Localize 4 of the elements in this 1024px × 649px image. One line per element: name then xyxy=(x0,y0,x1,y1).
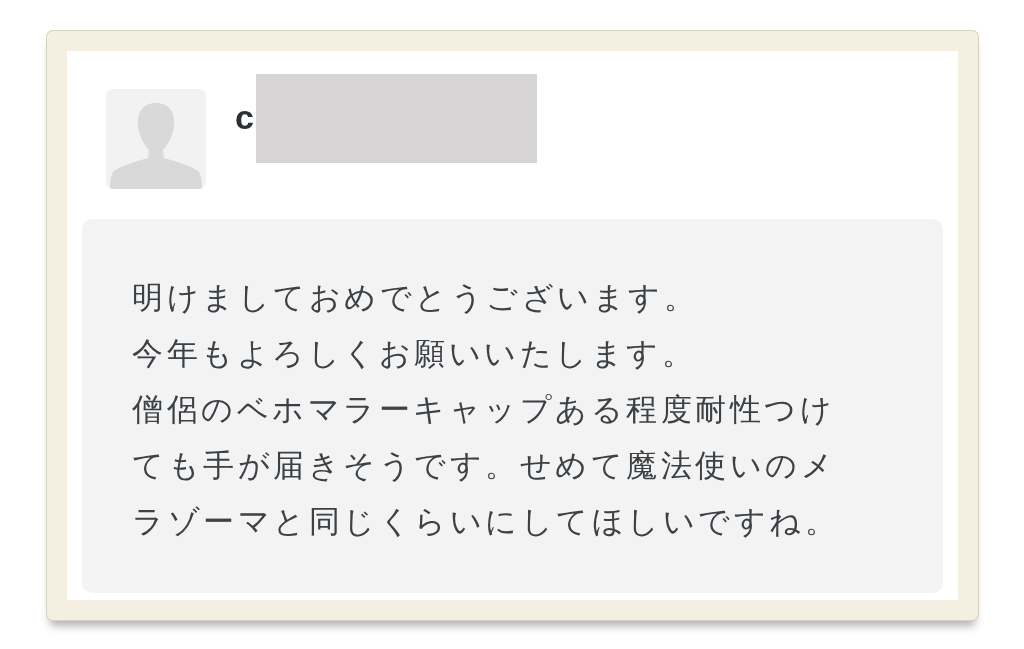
message-paragraph: 今年もよろしくお願いいたします。 xyxy=(132,335,697,373)
message-paragraph: 明けましておめでとうございます。 xyxy=(132,279,699,317)
message-paragraph: 僧侶のベホマラーキャップある程度耐性つけても手が届きそうです。せめて魔法使いのメラゾーマと同じくらいにしてほしいですね。 xyxy=(132,391,840,541)
author-name: c xyxy=(235,97,254,137)
